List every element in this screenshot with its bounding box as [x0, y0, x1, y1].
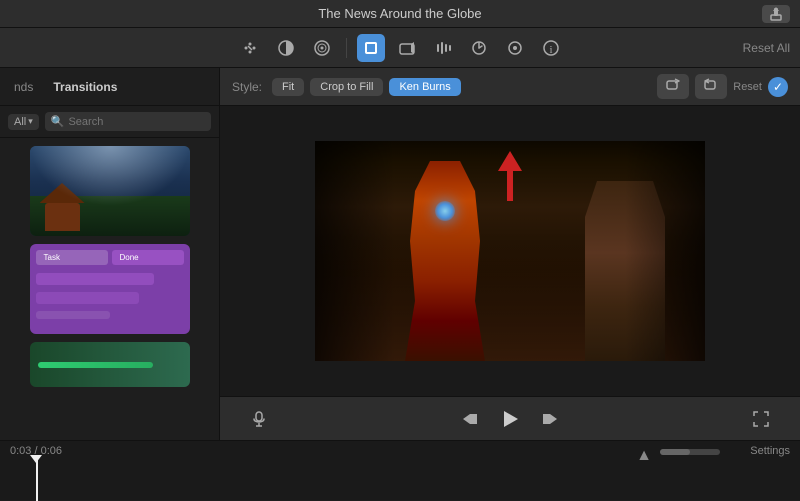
skip-back-button[interactable] — [461, 410, 479, 428]
title-bar-actions — [762, 5, 790, 23]
swap-button-2[interactable] — [695, 74, 727, 99]
timeline-scrollbar-thumb[interactable] — [660, 449, 690, 455]
style-fit-button[interactable]: Fit — [272, 78, 304, 96]
sidebar-search-area: All ▾ 🔍 — [0, 106, 219, 138]
timeline: 0:03 / 0:06 ▲ Settings — [0, 440, 800, 500]
search-input[interactable] — [68, 116, 205, 128]
audio-icon[interactable] — [429, 34, 457, 62]
microphone-button[interactable] — [250, 410, 268, 428]
share-button[interactable] — [762, 5, 790, 23]
all-label: All — [14, 116, 26, 128]
search-box[interactable]: 🔍 — [45, 112, 211, 131]
media-thumb-green[interactable] — [30, 342, 190, 387]
color-wheel-icon[interactable] — [308, 34, 336, 62]
sidebar-tab-sounds[interactable]: nds — [8, 76, 39, 98]
checkmark-icon: ✓ — [773, 80, 783, 94]
arrow-shaft — [507, 171, 513, 201]
confirm-button[interactable]: ✓ — [768, 77, 788, 97]
arrow-head — [498, 151, 522, 171]
arrow-indicator — [498, 151, 522, 201]
media-grid: Task Done — [0, 138, 219, 440]
reset-all-button[interactable]: Reset All — [743, 41, 790, 55]
playback-controls — [220, 396, 800, 440]
color-balance-icon[interactable] — [272, 34, 300, 62]
play-button[interactable] — [499, 408, 521, 430]
title-bar: The News Around the Globe — [0, 0, 800, 28]
playhead — [36, 459, 38, 501]
video-background — [315, 141, 705, 361]
current-time: 0:03 — [10, 445, 31, 457]
video-area — [220, 106, 800, 396]
style-bar: Style: Fit Crop to Fill Ken Burns R — [220, 68, 800, 106]
media-thumb-purple[interactable]: Task Done — [30, 244, 190, 334]
svg-text:i: i — [549, 44, 552, 56]
total-time: 0:06 — [41, 445, 62, 457]
content-area: Style: Fit Crop to Fill Ken Burns R — [220, 68, 800, 440]
media-thumb-nature[interactable] — [30, 146, 190, 236]
style-crop-to-fill-button[interactable]: Crop to Fill — [310, 78, 383, 96]
toolbar-separator — [346, 38, 347, 58]
crop-icon[interactable] — [357, 34, 385, 62]
timeline-scrollbar[interactable] — [660, 449, 720, 455]
wand-icon[interactable] — [236, 34, 264, 62]
all-filter-selector[interactable]: All ▾ — [8, 114, 39, 130]
reset-button[interactable]: Reset — [733, 81, 762, 93]
timeline-time: 0:03 / 0:06 — [10, 445, 62, 457]
chevron-down-icon: ▾ — [28, 116, 33, 127]
camera-icon[interactable] — [393, 34, 421, 62]
main-area: nds Transitions All ▾ 🔍 — [0, 68, 800, 440]
search-icon: 🔍 — [51, 115, 65, 128]
toolbar: i Reset All — [0, 28, 800, 68]
swap-button[interactable] — [657, 74, 689, 99]
style-ken-burns-button[interactable]: Ken Burns — [389, 78, 460, 96]
timeline-settings-button[interactable]: Settings — [750, 445, 790, 457]
sidebar: nds Transitions All ▾ 🔍 — [0, 68, 220, 440]
skip-forward-button[interactable] — [541, 410, 559, 428]
video-frame — [315, 141, 705, 361]
fullscreen-button[interactable] — [752, 410, 770, 428]
volume-icon: ▲ — [636, 447, 652, 465]
info-icon[interactable]: i — [537, 34, 565, 62]
sidebar-tab-transitions[interactable]: Transitions — [47, 76, 123, 98]
noise-icon[interactable] — [501, 34, 529, 62]
window-title: The News Around the Globe — [318, 6, 481, 21]
style-label: Style: — [232, 80, 262, 94]
speed-icon[interactable] — [465, 34, 493, 62]
sidebar-tabs: nds Transitions — [0, 68, 219, 106]
style-right-controls: Reset ✓ — [657, 74, 788, 99]
